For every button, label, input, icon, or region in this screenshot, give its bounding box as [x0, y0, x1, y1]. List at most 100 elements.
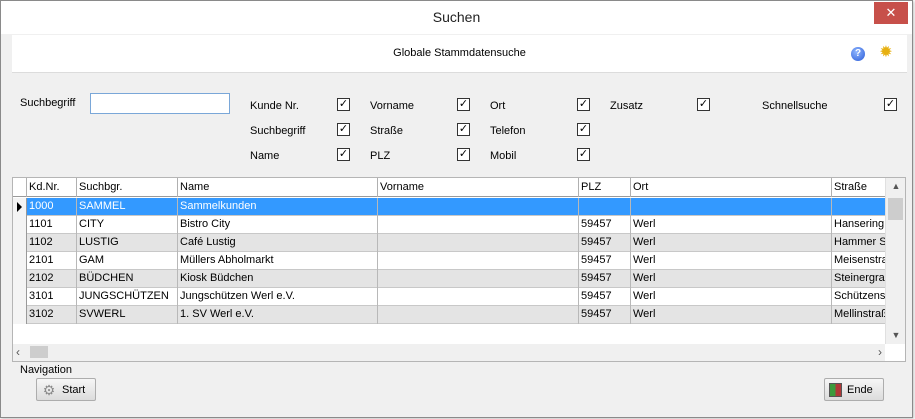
cell-plz: 59457 — [579, 252, 631, 270]
filter-checkbox-strasse[interactable]: ✓ — [457, 123, 470, 136]
filter-checkbox-schnellsuche[interactable]: ✓ — [884, 98, 897, 111]
cell-kdnr: 1101 — [27, 216, 77, 234]
horizontal-scroll-thumb[interactable] — [30, 346, 48, 358]
table-row[interactable]: 2102 BÜDCHEN Kiosk Büdchen 59457 Werl St… — [13, 270, 885, 288]
table-row[interactable]: 2101 GAM Müllers Abholmarkt 59457 Werl M… — [13, 252, 885, 270]
column-header-plz[interactable]: PLZ — [579, 178, 631, 197]
filter-label-suchbegriff: Suchbegriff — [250, 125, 306, 137]
cell-kdnr: 3102 — [27, 306, 77, 324]
cell-suchbgr: JUNGSCHÜTZEN — [77, 288, 178, 306]
cell-ort: Werl — [631, 306, 832, 324]
table-row[interactable]: 3101 JUNGSCHÜTZEN Jungschützen Werl e.V.… — [13, 288, 885, 306]
row-indicator — [13, 288, 27, 306]
cell-vorname — [378, 234, 579, 252]
filter-label-vorname: Vorname — [370, 100, 415, 112]
filter-label-schnellsuche: Schnellsuche — [762, 100, 828, 112]
cell-ort: Werl — [631, 216, 832, 234]
cell-strasse: Schützens — [834, 290, 885, 302]
vertical-scroll-thumb[interactable] — [888, 198, 903, 220]
scroll-left-icon[interactable]: ‹ — [16, 344, 28, 361]
row-indicator — [13, 216, 27, 234]
header-panel: Globale Stammdatensuche ? ✹ — [12, 35, 907, 73]
cell-kdnr: 3101 — [27, 288, 77, 306]
cell-strasse: Steinergrab — [834, 272, 885, 284]
filter-label-mobil: Mobil — [490, 150, 517, 162]
cell-name: Sammelkunden — [178, 198, 378, 216]
filter-label-ort: Ort — [490, 100, 506, 112]
scroll-up-icon[interactable]: ▲ — [886, 178, 905, 195]
table-row[interactable]: 1101 CITY Bistro City 59457 Werl Hanseri… — [13, 216, 885, 234]
filter-label-kunde-nr: Kunde Nr. — [250, 100, 299, 112]
filter-checkbox-mobil[interactable]: ✓ — [577, 148, 590, 161]
filter-checkbox-suchbegriff[interactable]: ✓ — [337, 123, 350, 136]
filter-label-name: Name — [250, 150, 280, 162]
table-row[interactable]: 1102 LUSTIG Café Lustig 59457 Werl Hamme… — [13, 234, 885, 252]
cell-name: Kiosk Büdchen — [178, 270, 378, 288]
column-header-strasse[interactable]: Straße — [832, 178, 885, 197]
cell-strasse: Hansering — [834, 218, 885, 230]
cell-plz: 59457 — [579, 216, 631, 234]
scroll-right-icon[interactable]: › — [870, 344, 882, 361]
cell-name: Bistro City — [178, 216, 378, 234]
cell-vorname — [378, 252, 579, 270]
column-header-ort[interactable]: Ort — [631, 178, 832, 197]
filter-checkbox-vorname[interactable]: ✓ — [457, 98, 470, 111]
column-header-name[interactable]: Name — [178, 178, 378, 197]
title-bar: Suchen ✕ — [1, 1, 912, 34]
start-button[interactable]: ⚙ Start — [36, 378, 96, 401]
cell-kdnr: 1000 — [27, 198, 77, 216]
navigation-label: Navigation — [20, 364, 72, 376]
filter-checkbox-telefon[interactable]: ✓ — [577, 123, 590, 136]
cell-plz: 59457 — [579, 288, 631, 306]
cell-plz: 59457 — [579, 270, 631, 288]
search-input[interactable] — [90, 93, 230, 114]
cell-plz — [579, 198, 631, 216]
window-title: Suchen — [432, 9, 481, 25]
gear-icon[interactable]: ✹ — [878, 45, 894, 61]
row-indicator — [13, 252, 27, 270]
close-button[interactable]: ✕ — [874, 2, 908, 24]
cell-ort: Werl — [631, 270, 832, 288]
filter-checkbox-kunde-nr[interactable]: ✓ — [337, 98, 350, 111]
filter-checkbox-name[interactable]: ✓ — [337, 148, 350, 161]
cell-plz: 59457 — [579, 234, 631, 252]
filter-checkbox-ort[interactable]: ✓ — [577, 98, 590, 111]
row-indicator — [13, 234, 27, 252]
column-header-vorname[interactable]: Vorname — [378, 178, 579, 197]
cell-kdnr: 1102 — [27, 234, 77, 252]
grid-header: Kd.Nr. Suchbgr. Name Vorname PLZ Ort Str… — [13, 178, 885, 197]
scroll-down-icon[interactable]: ▼ — [886, 327, 905, 344]
cell-ort — [631, 198, 832, 216]
cell-vorname — [378, 198, 579, 216]
table-row[interactable]: 1000 SAMMEL Sammelkunden — [13, 198, 885, 216]
grid-header-indicator — [13, 178, 27, 197]
filter-checkbox-zusatz[interactable]: ✓ — [697, 98, 710, 111]
column-header-kdnr[interactable]: Kd.Nr. — [27, 178, 77, 197]
gear-icon: ⚙ — [42, 381, 56, 398]
column-header-suchbgr[interactable]: Suchbgr. — [77, 178, 178, 197]
horizontal-scrollbar[interactable]: ‹ › — [13, 344, 885, 361]
row-indicator — [13, 198, 27, 216]
cell-strasse — [832, 198, 885, 216]
filter-label-zusatz: Zusatz — [610, 100, 644, 112]
cell-vorname — [378, 306, 579, 324]
filter-label-strasse: Straße — [370, 125, 404, 137]
results-grid[interactable]: Kd.Nr. Suchbgr. Name Vorname PLZ Ort Str… — [12, 177, 906, 362]
cell-plz: 59457 — [579, 306, 631, 324]
filter-checkbox-plz[interactable]: ✓ — [457, 148, 470, 161]
cell-ort: Werl — [631, 234, 832, 252]
cell-ort: Werl — [631, 288, 832, 306]
filter-label-plz: PLZ — [370, 150, 391, 162]
row-indicator — [13, 270, 27, 288]
cell-name: 1. SV Werl e.V. — [178, 306, 378, 324]
cell-name: Müllers Abholmarkt — [178, 252, 378, 270]
vertical-scrollbar[interactable]: ▲ ▼ — [885, 178, 905, 344]
current-row-arrow-icon — [17, 202, 22, 212]
cell-name: Jungschützen Werl e.V. — [178, 288, 378, 306]
exit-door-icon — [829, 382, 842, 397]
end-button[interactable]: Ende — [824, 378, 884, 401]
help-icon[interactable]: ? — [851, 47, 865, 61]
table-row[interactable]: 3102 SVWERL 1. SV Werl e.V. 59457 Werl M… — [13, 306, 885, 324]
cell-name: Café Lustig — [178, 234, 378, 252]
cell-suchbgr: SAMMEL — [77, 198, 178, 216]
